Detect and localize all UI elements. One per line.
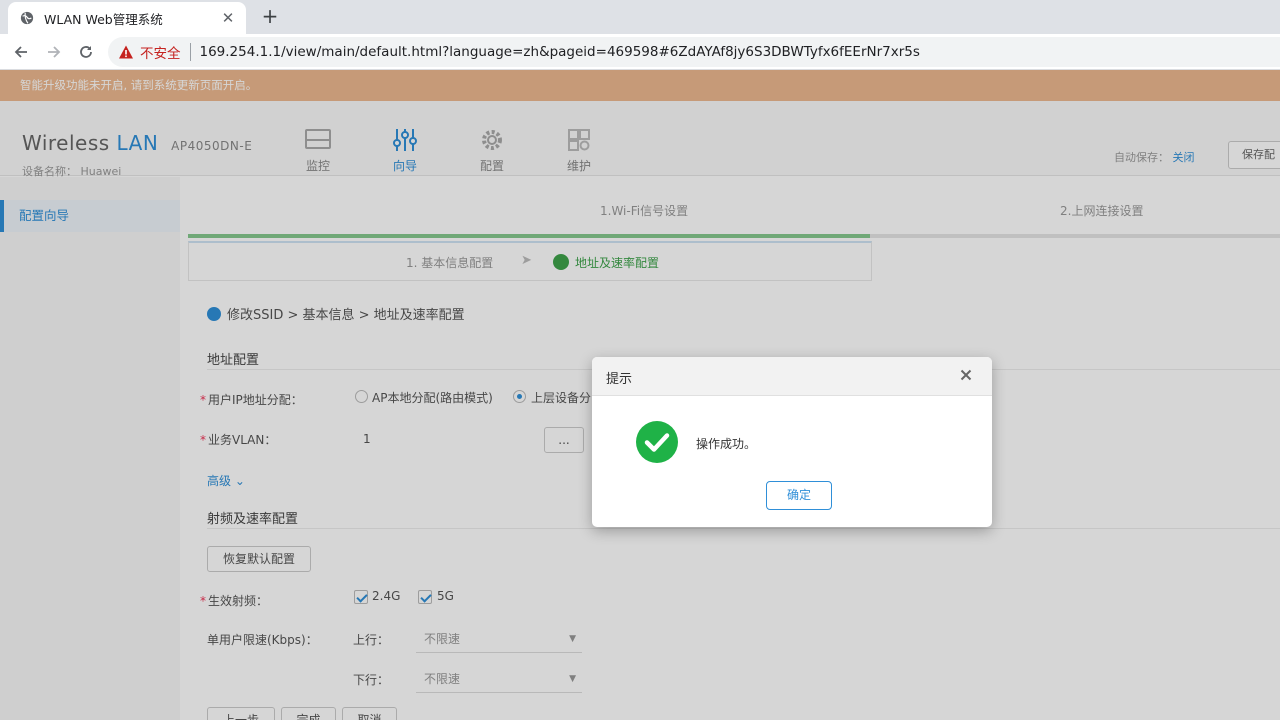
url-text[interactable]: 169.254.1.1/view/main/default.html?langu… bbox=[200, 44, 920, 60]
globe-icon bbox=[20, 11, 34, 25]
close-tab-icon[interactable]: ✕ bbox=[220, 9, 236, 27]
browser-tabstrip: WLAN Web管理系统 ✕ + bbox=[0, 0, 1280, 34]
tab-title: WLAN Web管理系统 bbox=[44, 11, 163, 27]
browser-tab[interactable]: WLAN Web管理系统 ✕ bbox=[8, 2, 246, 34]
forward-icon[interactable] bbox=[43, 41, 65, 63]
check-circle-icon bbox=[636, 421, 678, 463]
success-message: 操作成功。 bbox=[696, 437, 757, 451]
dialog-header: 提示 bbox=[592, 357, 992, 396]
reload-icon[interactable] bbox=[75, 41, 97, 63]
warning-icon bbox=[119, 45, 133, 59]
back-icon[interactable] bbox=[10, 41, 32, 63]
browser-toolbar: 不安全 169.254.1.1/view/main/default.html?l… bbox=[0, 34, 1280, 70]
success-dialog: 提示 操作成功。 确定 bbox=[592, 357, 992, 527]
new-tab-icon[interactable]: + bbox=[258, 5, 282, 29]
dialog-title: 提示 bbox=[606, 372, 633, 387]
dialog-body: 操作成功。 确定 bbox=[592, 396, 992, 527]
close-icon[interactable] bbox=[958, 367, 974, 383]
insecure-label[interactable]: 不安全 bbox=[140, 42, 181, 62]
omnibox-divider bbox=[189, 43, 191, 61]
address-bar[interactable]: 不安全 169.254.1.1/view/main/default.html?l… bbox=[108, 37, 1280, 67]
ok-button[interactable]: 确定 bbox=[766, 481, 832, 510]
